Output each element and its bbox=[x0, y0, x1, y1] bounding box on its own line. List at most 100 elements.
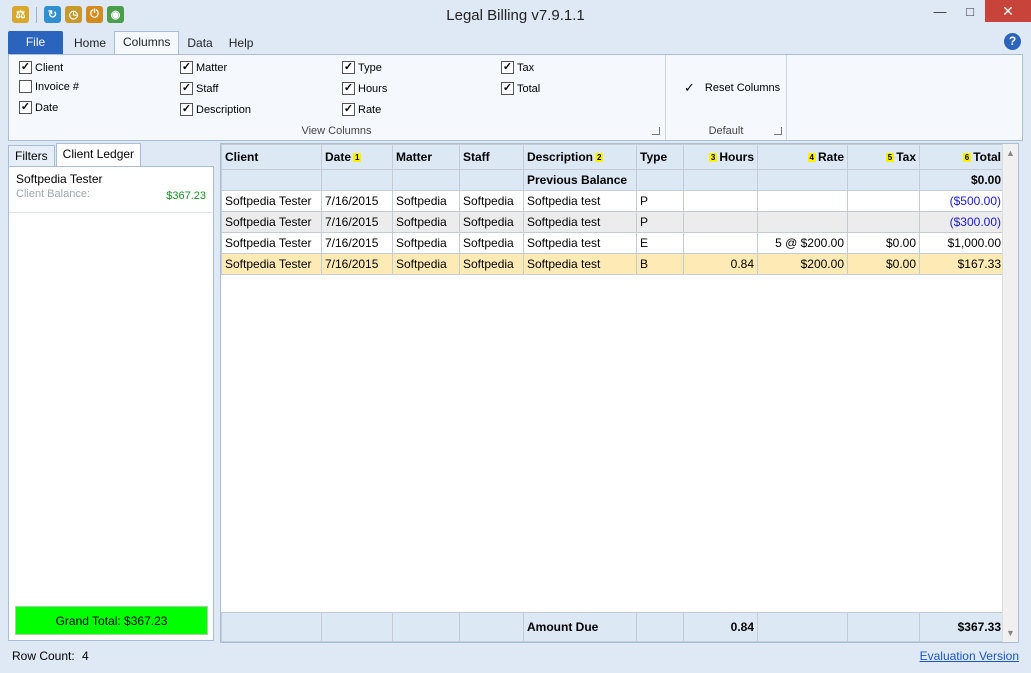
checkbox-box[interactable]: ✓ bbox=[342, 103, 355, 116]
reset-columns-label: Reset Columns bbox=[704, 82, 781, 94]
tab-help[interactable]: Help bbox=[221, 33, 262, 55]
cell-client: Softpedia Tester bbox=[221, 211, 322, 233]
table-row[interactable]: Softpedia Tester 7/16/2015 Softpedia Sof… bbox=[221, 190, 1005, 212]
dialog-launcher-icon[interactable] bbox=[774, 127, 782, 135]
cell-type: E bbox=[636, 232, 684, 254]
cell-client: Softpedia Tester bbox=[221, 232, 322, 254]
col-header-date[interactable]: Date 1 bbox=[321, 144, 393, 170]
tab-columns[interactable]: Columns bbox=[114, 31, 180, 55]
amount-due-label: Amount Due bbox=[523, 612, 637, 642]
col-header-staff[interactable]: Staff bbox=[459, 144, 524, 170]
hours-checkbox[interactable]: ✓ Hours bbox=[342, 82, 387, 95]
checkbox-box[interactable]: ✓ bbox=[180, 82, 193, 95]
minimize-button[interactable]: — bbox=[925, 0, 955, 22]
table-cell bbox=[321, 612, 393, 642]
description-checkbox[interactable]: ✓ Description bbox=[180, 103, 251, 116]
cell-total: ($300.00) bbox=[919, 211, 1005, 233]
vertical-scrollbar[interactable]: ▲ ▼ bbox=[1002, 144, 1018, 642]
col-header-description[interactable]: Description 2 bbox=[523, 144, 637, 170]
row-count-value: 4 bbox=[82, 649, 89, 663]
maximize-button[interactable]: □ bbox=[955, 0, 985, 22]
list-item[interactable]: Softpedia Tester Client Balance: $367.23 bbox=[9, 167, 213, 213]
dialog-launcher-icon[interactable] bbox=[652, 127, 660, 135]
total-checkbox[interactable]: ✓ Total bbox=[501, 82, 540, 95]
table-row[interactable]: Softpedia Tester 7/16/2015 Softpedia Sof… bbox=[221, 211, 1005, 233]
staff-checkbox[interactable]: ✓ Staff bbox=[180, 82, 218, 95]
previous-balance-row[interactable]: Previous Balance $0.00 bbox=[221, 169, 1005, 191]
client-ledger-list: Softpedia Tester Client Balance: $367.23… bbox=[8, 166, 214, 641]
window-title: Legal Billing v7.9.1.1 bbox=[446, 7, 585, 24]
cell-date: 7/16/2015 bbox=[321, 190, 393, 212]
tab-data[interactable]: Data bbox=[179, 33, 220, 55]
check-icon: ✓ bbox=[684, 80, 695, 95]
col-header-hours[interactable]: 3 Hours bbox=[683, 144, 758, 170]
cell-description: Softpedia test bbox=[523, 232, 637, 254]
tab-client-ledger[interactable]: Client Ledger bbox=[55, 143, 142, 166]
checkbox-box[interactable]: ✓ bbox=[180, 61, 193, 74]
default-group: ✓ Reset Columns Default bbox=[665, 55, 787, 140]
scroll-down-icon[interactable]: ▼ bbox=[1006, 628, 1015, 638]
cell-description: Softpedia test bbox=[523, 253, 637, 275]
invoice-checkbox[interactable]: Invoice # bbox=[19, 80, 79, 93]
table-cell bbox=[683, 169, 758, 191]
cell-tax bbox=[847, 190, 920, 212]
tab-filters[interactable]: Filters bbox=[8, 145, 55, 166]
help-icon[interactable]: ? bbox=[1004, 33, 1021, 50]
checkbox-box[interactable]: ✓ bbox=[501, 82, 514, 95]
grid-footer: Amount Due 0.84 $367.33 bbox=[221, 612, 1005, 642]
table-cell bbox=[636, 612, 684, 642]
footer-hours: 0.84 bbox=[683, 612, 758, 642]
checkbox-box[interactable]: ✓ bbox=[180, 103, 193, 116]
table-cell bbox=[847, 169, 920, 191]
reset-columns-button[interactable]: ✓ Reset Columns bbox=[684, 80, 780, 96]
client-checkbox[interactable]: ✓ Client bbox=[19, 61, 63, 74]
close-button[interactable]: ✕ bbox=[985, 0, 1031, 22]
row-count: Row Count: 4 bbox=[12, 649, 89, 663]
checkbox-label: Invoice # bbox=[35, 80, 80, 93]
footer-total: $367.33 bbox=[919, 612, 1005, 642]
cell-client: Softpedia Tester bbox=[221, 190, 322, 212]
matter-checkbox[interactable]: ✓ Matter bbox=[180, 61, 227, 74]
checkbox-box[interactable] bbox=[19, 80, 32, 93]
col-label: Hours bbox=[719, 150, 754, 164]
checkbox-box[interactable]: ✓ bbox=[19, 61, 32, 74]
tab-home[interactable]: Home bbox=[66, 33, 114, 55]
col-header-total[interactable]: 6 Total bbox=[919, 144, 1005, 170]
type-checkbox[interactable]: ✓ Type bbox=[342, 61, 382, 74]
table-cell bbox=[221, 169, 322, 191]
checkbox-box[interactable]: ✓ bbox=[342, 82, 355, 95]
cell-tax bbox=[847, 211, 920, 233]
cell-rate: $200.00 bbox=[757, 253, 848, 275]
client-balance-value: $367.23 bbox=[166, 190, 206, 202]
evaluation-version-link[interactable]: Evaluation Version bbox=[920, 649, 1019, 663]
tab-file[interactable]: File bbox=[8, 31, 63, 55]
view-columns-group: ✓ Client Invoice # ✓ Date ✓ Matter ✓ Staff ✓… bbox=[9, 55, 664, 140]
group-label: Default bbox=[708, 125, 744, 137]
col-header-type[interactable]: Type bbox=[636, 144, 684, 170]
col-header-client[interactable]: Client bbox=[221, 144, 322, 170]
col-header-rate[interactable]: 4 Rate bbox=[757, 144, 848, 170]
table-cell bbox=[321, 169, 393, 191]
billing-grid: Client Date 1 Matter Staff Description 2 T… bbox=[220, 143, 1019, 643]
cell-total: $1,000.00 bbox=[919, 232, 1005, 254]
table-row[interactable]: Softpedia Tester 7/16/2015 Softpedia Sof… bbox=[221, 232, 1005, 254]
previous-balance-label: Previous Balance bbox=[523, 169, 637, 191]
cell-hours: 0.84 bbox=[683, 253, 758, 275]
table-row-selected[interactable]: Softpedia Tester 7/16/2015 Softpedia Sof… bbox=[221, 253, 1005, 275]
checkbox-box[interactable]: ✓ bbox=[501, 61, 514, 74]
date-checkbox[interactable]: ✓ Date bbox=[19, 101, 58, 114]
cell-date: 7/16/2015 bbox=[321, 211, 393, 233]
cell-tax: $0.00 bbox=[847, 232, 920, 254]
scroll-up-icon[interactable]: ▲ bbox=[1006, 148, 1015, 158]
checkbox-box[interactable]: ✓ bbox=[342, 61, 355, 74]
rate-checkbox[interactable]: ✓ Rate bbox=[342, 103, 381, 116]
cell-matter: Softpedia bbox=[392, 253, 460, 275]
sort-order-badge: 5 bbox=[885, 153, 895, 163]
tax-checkbox[interactable]: ✓ Tax bbox=[501, 61, 534, 74]
col-header-tax[interactable]: 5 Tax bbox=[847, 144, 920, 170]
cell-type: P bbox=[636, 190, 684, 212]
cell-staff: Softpedia bbox=[459, 211, 524, 233]
col-header-matter[interactable]: Matter bbox=[392, 144, 460, 170]
cell-tax: $0.00 bbox=[847, 253, 920, 275]
checkbox-box[interactable]: ✓ bbox=[19, 101, 32, 114]
